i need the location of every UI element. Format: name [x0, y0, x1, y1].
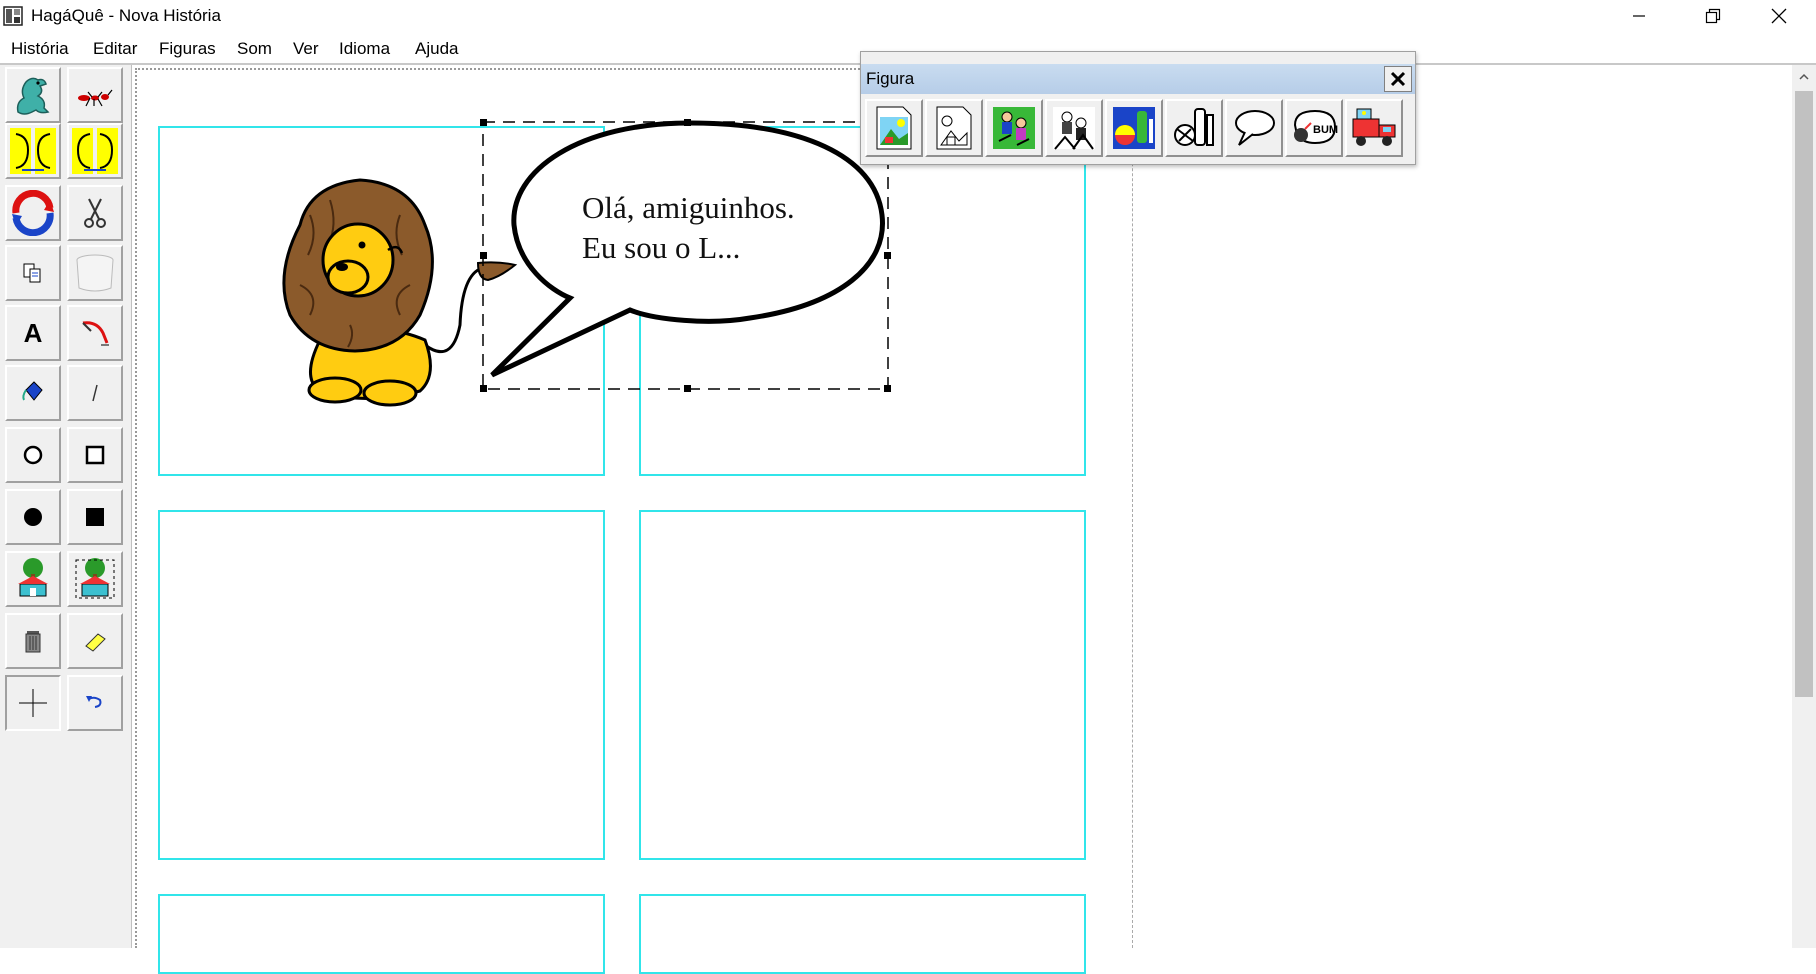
- trash-icon: [25, 631, 41, 653]
- palette-characters-button[interactable]: [985, 99, 1043, 157]
- tool-eraser[interactable]: [67, 613, 123, 669]
- dinosaur-icon: [16, 77, 50, 115]
- characters-icon: [993, 107, 1035, 149]
- comic-panel-6[interactable]: [639, 894, 1086, 974]
- palette-objects-outline-button[interactable]: [1165, 99, 1223, 157]
- tool-fill[interactable]: [5, 365, 61, 421]
- rotate-icon: [12, 190, 54, 236]
- onomatopoeia-icon: BUM: [1293, 109, 1338, 145]
- paste-bin-icon: [76, 254, 114, 292]
- page-margin-left: [135, 68, 137, 948]
- square-filled-icon: [86, 508, 104, 526]
- tool-scene-select[interactable]: [67, 551, 123, 607]
- minimize-icon: [1633, 15, 1645, 17]
- tool-square-outline[interactable]: [67, 427, 123, 483]
- scenery-icon: [876, 106, 912, 150]
- tool-cut[interactable]: [67, 185, 123, 241]
- crosshair-icon: [19, 689, 47, 717]
- tool-circle-filled[interactable]: [5, 489, 61, 545]
- tool-line[interactable]: [67, 365, 123, 421]
- tool-square-filled[interactable]: [67, 489, 123, 545]
- restore-button[interactable]: [1676, 0, 1750, 32]
- ant-icon: [78, 89, 113, 107]
- text-icon: A: [23, 317, 43, 348]
- vertical-scrollbar[interactable]: [1792, 65, 1816, 948]
- pen-icon: [82, 321, 109, 346]
- objects-icon: [1113, 107, 1155, 149]
- speech-line-2: Eu sou o L...: [582, 230, 741, 265]
- palette-characters-outline-button[interactable]: [1045, 99, 1103, 157]
- undo-icon: [86, 696, 102, 708]
- scene-icon: [18, 558, 48, 597]
- speech-line-1: Olá, amiguinhos.: [582, 190, 795, 225]
- square-outline-icon: [85, 445, 105, 465]
- close-icon: [1771, 8, 1787, 24]
- speech-text[interactable]: Olá, amiguinhos. Eu sou o L...: [582, 188, 795, 268]
- palette-speech-balloon-button[interactable]: [1225, 99, 1283, 157]
- speech-balloon-icon: [1235, 110, 1275, 146]
- close-icon: [1390, 71, 1406, 87]
- palette-scenery-outline-button[interactable]: [925, 99, 983, 157]
- copy-icon: [23, 263, 41, 283]
- figura-palette: Figura BUM: [860, 51, 1416, 165]
- tool-rotate[interactable]: [5, 185, 61, 241]
- paint-bucket-icon: [22, 381, 43, 401]
- eraser-icon: [85, 633, 106, 652]
- circle-filled-icon: [24, 508, 42, 526]
- onomatopoeia-text: BUM: [1313, 124, 1338, 136]
- chevron-up-icon: [1799, 73, 1809, 80]
- palette-onomatopoeia-button[interactable]: BUM: [1285, 99, 1343, 157]
- tool-select[interactable]: [5, 675, 61, 731]
- app-icon: [3, 6, 23, 26]
- tool-scene[interactable]: [5, 551, 61, 607]
- tool-paste[interactable]: [67, 245, 123, 301]
- comic-panel-3[interactable]: [158, 510, 605, 860]
- tool-circle-outline[interactable]: [5, 427, 61, 483]
- vehicles-icon: [1352, 108, 1396, 146]
- faces-flip-horizontal-icon: [10, 128, 56, 174]
- minimize-button[interactable]: [1602, 0, 1676, 32]
- page-margin-right: [1132, 68, 1133, 948]
- comic-panel-5[interactable]: [158, 894, 605, 974]
- circle-outline-icon: [23, 445, 43, 465]
- line-icon: [92, 384, 98, 402]
- palette-objects-button[interactable]: [1105, 99, 1163, 157]
- title-bar: HagáQuê - Nova História: [0, 0, 1816, 32]
- tool-ant[interactable]: [67, 67, 123, 123]
- tool-undo[interactable]: [67, 675, 123, 731]
- scene-select-icon: [75, 558, 115, 599]
- palette-close-button[interactable]: [1384, 66, 1412, 92]
- palette-vehicles-button[interactable]: [1345, 99, 1403, 157]
- scenery-outline-icon: [936, 106, 972, 150]
- menu-idioma[interactable]: Idioma: [335, 37, 394, 61]
- restore-icon: [1705, 8, 1721, 24]
- characters-outline-icon: [1053, 107, 1095, 150]
- close-button[interactable]: [1742, 0, 1816, 32]
- palette-title: Figura: [866, 69, 915, 88]
- tool-flip-horizontal[interactable]: [5, 123, 61, 179]
- menu-editar[interactable]: Editar: [89, 37, 141, 61]
- tool-flip-vertical[interactable]: [67, 123, 123, 179]
- menu-ver[interactable]: Ver: [289, 37, 323, 61]
- tool-copy[interactable]: [5, 245, 61, 301]
- scrollbar-thumb[interactable]: [1795, 91, 1813, 697]
- objects-outline-icon: [1174, 108, 1214, 146]
- tool-pen[interactable]: [67, 305, 123, 361]
- menu-som[interactable]: Som: [233, 37, 276, 61]
- window-title: HagáQuê - Nova História: [31, 6, 221, 25]
- menu-ajuda[interactable]: Ajuda: [411, 37, 462, 61]
- scissors-icon: [84, 198, 106, 228]
- faces-flip-vertical-icon: [72, 128, 118, 174]
- menu-figuras[interactable]: Figuras: [155, 37, 220, 61]
- menu-historia[interactable]: História: [7, 37, 73, 61]
- palette-title-bar[interactable]: Figura: [861, 64, 1415, 94]
- tool-delete[interactable]: [5, 613, 61, 669]
- scroll-up-button[interactable]: [1792, 65, 1816, 89]
- tool-dinosaur[interactable]: [5, 67, 61, 123]
- palette-scenery-button[interactable]: [865, 99, 923, 157]
- tool-panel: A: [0, 65, 132, 948]
- comic-panel-4[interactable]: [639, 510, 1086, 860]
- tool-text[interactable]: A: [5, 305, 61, 361]
